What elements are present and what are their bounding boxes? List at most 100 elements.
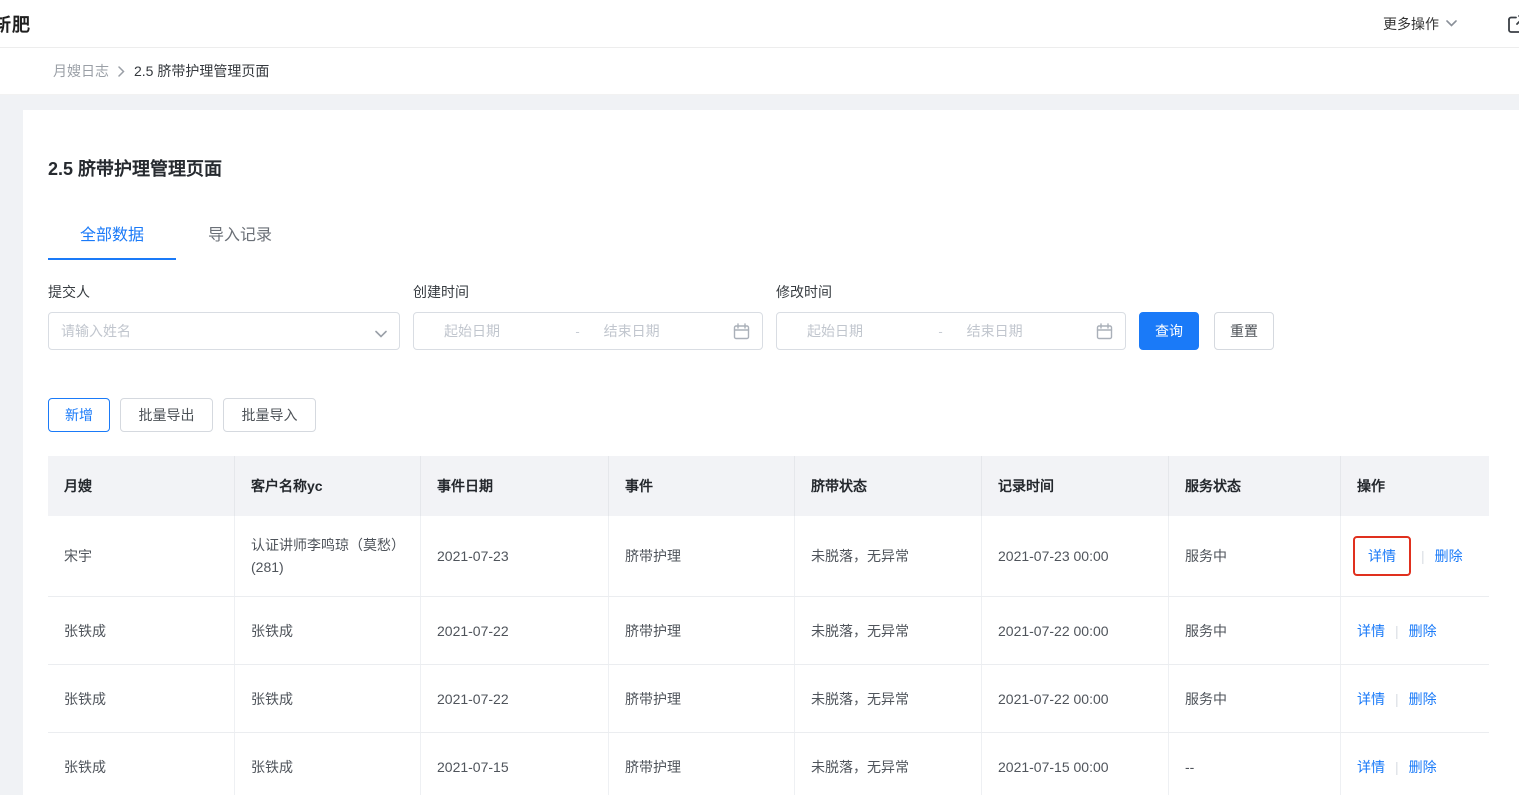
cell-actions: 详情 | 删除: [1341, 665, 1489, 732]
cell-cord-status: 未脱落，无异常: [795, 516, 982, 596]
cell-event: 脐带护理: [609, 665, 795, 732]
delete-link[interactable]: 删除: [1435, 545, 1463, 567]
submitter-label: 提交人: [48, 284, 90, 300]
header-actions: 操作: [1357, 478, 1385, 494]
action-divider: |: [1421, 548, 1425, 564]
delete-link[interactable]: 删除: [1409, 620, 1437, 642]
filter-row: 提交人 创建时间 - 修改时间 -: [48, 282, 1519, 350]
calendar-icon: [733, 322, 750, 340]
cell-service-status: --: [1169, 733, 1341, 795]
delete-link[interactable]: 删除: [1409, 688, 1437, 710]
cell-event-date: 2021-07-15: [421, 733, 609, 795]
search-button[interactable]: 查询: [1139, 312, 1199, 350]
header-event: 事件: [609, 456, 795, 516]
content-card: 2.5 脐带护理管理页面 全部数据 导入记录 提交人 创建时间 -: [23, 110, 1519, 795]
page-title: 2.5 脐带护理管理页面: [48, 159, 223, 179]
tab-import-records[interactable]: 导入记录: [176, 211, 304, 260]
breadcrumb: 月嫂日志 2.5 脐带护理管理页面: [0, 48, 1519, 95]
cell-actions: 详情 | 删除: [1341, 733, 1489, 795]
more-actions-button[interactable]: 更多操作: [1383, 14, 1457, 34]
data-table: 月嫂 客户名称yc 事件日期 事件 脐带状态 记录时间 服务状态 操作 宋宇 认…: [48, 456, 1489, 795]
cell-service-status: 服务中: [1169, 597, 1341, 664]
cell-event: 脐带护理: [609, 597, 795, 664]
cell-customer: 张铁成: [235, 665, 421, 732]
chevron-down-icon: [375, 325, 387, 343]
table-row: 张铁成 张铁成 2021-07-22 脐带护理 未脱落，无异常 2021-07-…: [48, 597, 1489, 665]
cell-record-time: 2021-07-22 00:00: [982, 597, 1169, 664]
create-time-range-picker[interactable]: -: [413, 312, 763, 350]
cell-record-time: 2021-07-23 00:00: [982, 516, 1169, 596]
modify-end-date-input[interactable]: [948, 323, 1092, 339]
date-range-separator: -: [938, 323, 943, 339]
breadcrumb-item-current: 2.5 脐带护理管理页面: [134, 63, 270, 79]
submitter-select[interactable]: [48, 312, 400, 350]
delete-link[interactable]: 删除: [1409, 756, 1437, 778]
cell-yuesao: 张铁成: [48, 733, 235, 795]
header-service-status: 服务状态: [1169, 456, 1341, 516]
filter-submitter: 提交人: [48, 282, 400, 350]
detail-link[interactable]: 详情: [1357, 756, 1385, 778]
cell-record-time: 2021-07-22 00:00: [982, 665, 1169, 732]
app-title: 斩肥: [0, 14, 31, 35]
cell-cord-status: 未脱落，无异常: [795, 665, 982, 732]
cell-event: 脐带护理: [609, 516, 795, 596]
more-actions-label: 更多操作: [1383, 15, 1439, 32]
submitter-input[interactable]: [61, 323, 365, 339]
cell-service-status: 服务中: [1169, 665, 1341, 732]
detail-link[interactable]: 详情: [1357, 688, 1385, 710]
table-toolbar: 新增 批量导出 批量导入: [48, 398, 1519, 432]
top-bar: 斩肥 更多操作: [0, 0, 1519, 48]
detail-link[interactable]: 详情: [1357, 620, 1385, 642]
header-record-time: 记录时间: [982, 456, 1169, 516]
modify-time-label: 修改时间: [776, 284, 832, 300]
cell-customer: 张铁成: [235, 733, 421, 795]
cell-yuesao: 张铁成: [48, 597, 235, 664]
cell-cord-status: 未脱落，无异常: [795, 597, 982, 664]
red-highlight-box: 详情: [1353, 536, 1411, 576]
create-end-date-input[interactable]: [585, 323, 729, 339]
cell-event: 脐带护理: [609, 733, 795, 795]
cell-customer: 认证讲师李鸣琼（莫愁）(281): [235, 516, 421, 596]
filter-create-time: 创建时间 -: [413, 282, 763, 350]
add-button[interactable]: 新增: [48, 398, 110, 432]
date-range-separator: -: [575, 323, 580, 339]
action-divider: |: [1395, 758, 1399, 775]
filter-modify-time: 修改时间 -: [776, 282, 1126, 350]
table-row: 张铁成 张铁成 2021-07-22 脐带护理 未脱落，无异常 2021-07-…: [48, 665, 1489, 733]
chevron-down-icon: [1446, 20, 1457, 27]
header-customer: 客户名称yc: [235, 456, 421, 516]
header-cord-status: 脐带状态: [795, 456, 982, 516]
chevron-right-icon: [118, 65, 125, 77]
breadcrumb-item-logs[interactable]: 月嫂日志: [53, 61, 109, 81]
cell-event-date: 2021-07-23: [421, 516, 609, 596]
create-time-label: 创建时间: [413, 284, 469, 300]
header-event-date: 事件日期: [421, 456, 609, 516]
cell-cord-status: 未脱落，无异常: [795, 733, 982, 795]
tabs: 全部数据 导入记录: [48, 211, 1519, 260]
cell-event-date: 2021-07-22: [421, 597, 609, 664]
reset-button[interactable]: 重置: [1214, 312, 1274, 350]
cell-yuesao: 宋宇: [48, 516, 235, 596]
cell-yuesao: 张铁成: [48, 665, 235, 732]
cell-record-time: 2021-07-15 00:00: [982, 733, 1169, 795]
cell-event-date: 2021-07-22: [421, 665, 609, 732]
modify-start-date-input[interactable]: [789, 323, 933, 339]
create-start-date-input[interactable]: [426, 323, 570, 339]
cell-service-status: 服务中: [1169, 516, 1341, 596]
tab-all-data[interactable]: 全部数据: [48, 211, 177, 260]
table-row: 张铁成 张铁成 2021-07-15 脐带护理 未脱落，无异常 2021-07-…: [48, 733, 1489, 795]
cell-actions: 详情 | 删除: [1341, 516, 1489, 596]
action-divider: |: [1395, 690, 1399, 707]
modify-time-range-picker[interactable]: -: [776, 312, 1126, 350]
action-divider: |: [1395, 622, 1399, 639]
table-header-row: 月嫂 客户名称yc 事件日期 事件 脐带状态 记录时间 服务状态 操作: [48, 456, 1489, 516]
detail-link[interactable]: 详情: [1368, 545, 1396, 567]
cell-actions: 详情 | 删除: [1341, 597, 1489, 664]
header-yuesao: 月嫂: [48, 456, 235, 516]
table-row: 宋宇 认证讲师李鸣琼（莫愁）(281) 2021-07-23 脐带护理 未脱落，…: [48, 516, 1489, 597]
batch-export-button[interactable]: 批量导出: [120, 398, 213, 432]
external-link-icon[interactable]: [1506, 13, 1519, 40]
calendar-icon: [1096, 322, 1113, 340]
cell-customer: 张铁成: [235, 597, 421, 664]
batch-import-button[interactable]: 批量导入: [223, 398, 316, 432]
